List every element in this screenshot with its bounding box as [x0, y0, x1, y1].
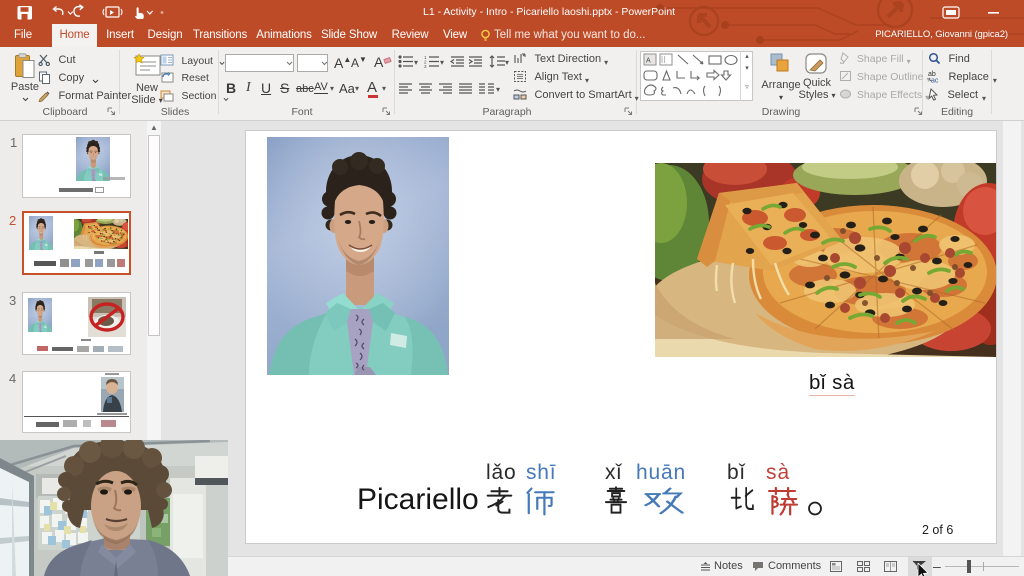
svg-text:ac: ac: [931, 78, 939, 84]
svg-text:3: 3: [424, 64, 427, 68]
svg-text:A: A: [646, 58, 651, 65]
